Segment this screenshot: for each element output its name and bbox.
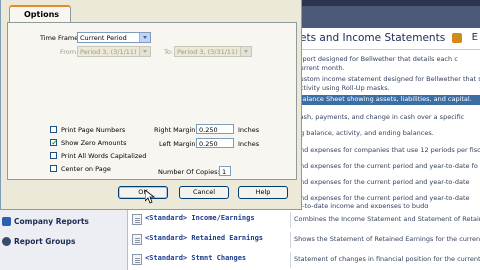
from-period-select[interactable]: Period 3, (3/1/11)	[77, 46, 151, 57]
right-margin-input[interactable]: 0.250	[196, 124, 234, 134]
number-of-copies-value: 1	[222, 167, 227, 176]
report-icon	[132, 214, 142, 225]
chevron-down-icon[interactable]	[240, 47, 251, 56]
tab-options[interactable]: Options	[9, 5, 71, 23]
column-divider	[290, 232, 291, 248]
report-description[interactable]: and expenses for the current period and …	[296, 178, 480, 186]
report-icon	[132, 254, 142, 265]
report-icon	[132, 234, 142, 245]
company-reports-icon	[2, 217, 11, 226]
right-margin-units: Inches	[238, 126, 260, 134]
nav-item-label: Report Groups	[14, 237, 76, 246]
cancel-button[interactable]: Cancel	[179, 186, 229, 199]
center-on-page-checkbox[interactable]	[50, 165, 57, 172]
report-description: Combines the Income Statement and Statem…	[294, 215, 480, 223]
report-list: <Standard> Income/Earnings Combines the …	[128, 208, 480, 270]
left-margin-input[interactable]: 0.250	[196, 138, 234, 148]
folder-icon[interactable]	[452, 33, 462, 43]
number-of-copies-label: Number Of Copies:	[158, 168, 220, 176]
list-item[interactable]: <Standard> Stmnt Changes Statement of ch…	[128, 252, 480, 268]
to-period-value: Period 3, (3/31/11)	[177, 48, 238, 56]
report-description[interactable]: and expenses for the current period and …	[296, 194, 480, 202]
center-on-page-label: Center on Page	[61, 165, 111, 173]
time-frame-select[interactable]: Current Period	[77, 32, 151, 43]
right-margin-value: 0.250	[199, 125, 218, 134]
from-period-value: Period 3, (3/1/11)	[80, 48, 137, 56]
show-zero-amounts-checkbox[interactable]: ✔	[50, 138, 58, 147]
print-all-words-capitalized-checkbox[interactable]	[50, 152, 57, 159]
report-description[interactable]: and expenses for companies that use 12 p…	[296, 146, 480, 154]
nav-item-label: Company Reports	[14, 217, 89, 226]
print-all-words-capitalized-label: Print All Words Capitalized	[61, 152, 147, 160]
nav-panel: Company Reports Report Groups	[0, 208, 128, 270]
column-divider	[290, 212, 291, 228]
section-title: ets and Income Statements	[300, 32, 446, 44]
report-description[interactable]: report designed for Bellwether that deta…	[296, 55, 480, 63]
left-margin-label: Left Margin:	[159, 140, 198, 148]
to-label: To:	[164, 48, 174, 56]
right-margin-label: Right Margin:	[154, 126, 198, 134]
print-page-numbers-label: Print Page Numbers	[61, 126, 126, 134]
report-description[interactable]: ng balance, activity, and ending balance…	[296, 129, 480, 137]
nav-item-company-reports[interactable]: Company Reports	[2, 217, 89, 226]
left-margin-value: 0.250	[199, 139, 218, 148]
check-icon: ✔	[51, 138, 58, 147]
chevron-down-icon[interactable]	[139, 33, 150, 42]
report-description[interactable]: custom income statement designed for Bel…	[296, 75, 480, 83]
report-description[interactable]: current month.	[296, 64, 480, 72]
time-frame-label: Time Frame:	[40, 34, 81, 42]
report-name: <Standard> Stmnt Changes	[145, 254, 247, 262]
report-description-selected[interactable]: Balance Sheet showing assets, liabilitie…	[296, 95, 480, 105]
report-description: Statement of changes in financial positi…	[294, 255, 480, 263]
print-options-dialog: Options Time Frame: Current Period From:…	[0, 0, 302, 210]
nav-item-report-groups[interactable]: Report Groups	[2, 237, 76, 246]
report-description[interactable]: and expenses for the current period and …	[296, 162, 480, 170]
section-header: ets and Income Statements E	[296, 28, 480, 50]
from-label: From:	[60, 48, 79, 56]
list-item[interactable]: <Standard> Retained Earnings Shows the S…	[128, 232, 480, 248]
to-period-select[interactable]: Period 3, (3/31/11)	[174, 46, 252, 57]
report-description[interactable]: cash, payments, and change in cash over …	[296, 113, 480, 121]
left-margin-units: Inches	[238, 140, 260, 148]
report-groups-icon	[2, 237, 11, 246]
report-name: <Standard> Retained Earnings	[145, 234, 264, 242]
column-divider	[290, 252, 291, 268]
section-extra-label: E	[471, 32, 478, 43]
number-of-copies-input[interactable]: 1	[219, 166, 231, 176]
options-panel: Time Frame: Current Period From: Period …	[7, 22, 297, 180]
title-strip	[300, 0, 480, 6]
chevron-down-icon[interactable]	[139, 47, 150, 56]
print-page-numbers-checkbox[interactable]	[50, 126, 57, 133]
time-frame-value: Current Period	[80, 34, 127, 42]
report-description[interactable]: activity using Roll-Up masks.	[296, 84, 480, 92]
help-button[interactable]: Help	[238, 186, 288, 199]
ok-button[interactable]: OK	[118, 186, 168, 199]
tab-label: Options	[24, 10, 60, 19]
show-zero-amounts-label: Show Zero Amounts	[61, 139, 127, 147]
list-item[interactable]: <Standard> Income/Earnings Combines the …	[128, 212, 480, 228]
report-name: <Standard> Income/Earnings	[145, 214, 255, 222]
report-description: Shows the Statement of Retained Earnings…	[294, 235, 480, 243]
